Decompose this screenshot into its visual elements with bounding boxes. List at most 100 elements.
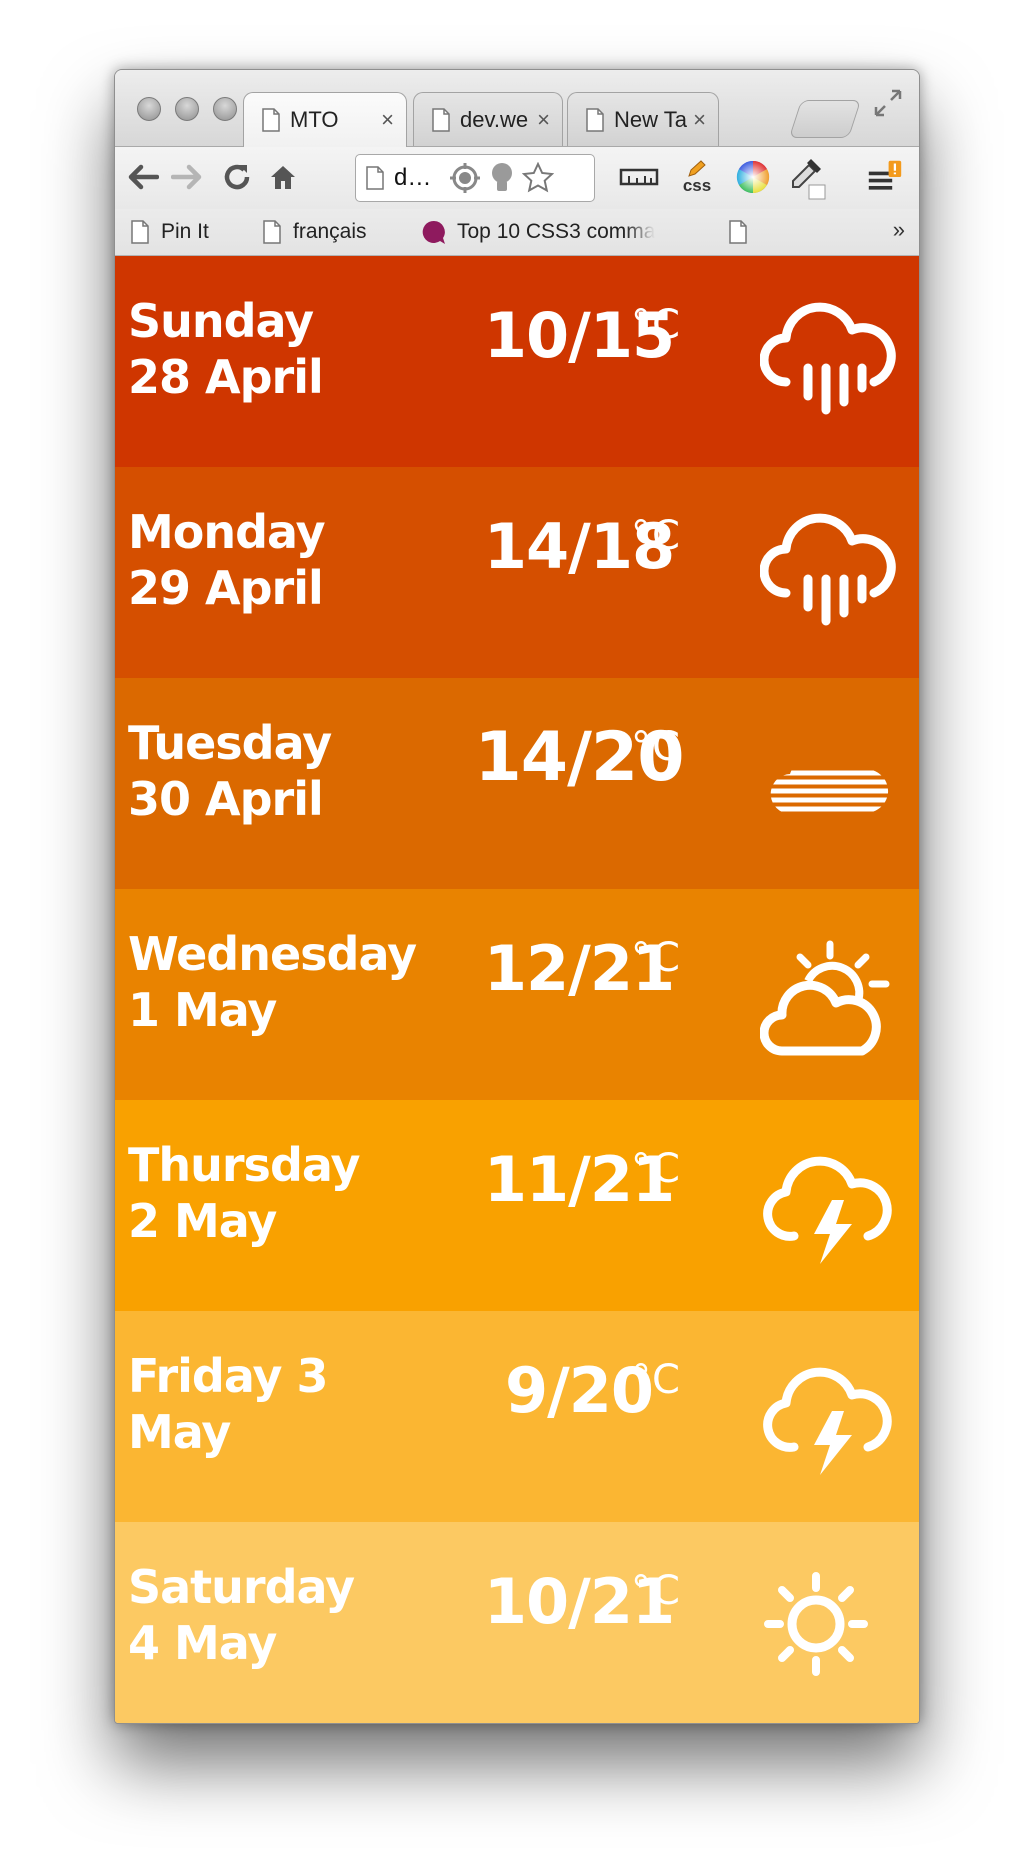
date-label: May bbox=[128, 1405, 231, 1459]
temperature-unit: °C bbox=[631, 1146, 681, 1192]
day-date: Saturday 4 May bbox=[128, 1559, 448, 1671]
reload-button[interactable] bbox=[219, 159, 255, 195]
window-zoom-dot[interactable] bbox=[213, 97, 237, 121]
rain-cloud-icon bbox=[760, 302, 896, 415]
bookmark-label: français bbox=[293, 220, 367, 243]
temperature-unit: °C bbox=[631, 302, 681, 348]
forward-button[interactable] bbox=[169, 159, 205, 195]
thunderstorm-icon bbox=[763, 1156, 892, 1264]
eyedropper-extension-button[interactable] bbox=[787, 155, 827, 201]
tab-label: MTO bbox=[290, 107, 339, 132]
address-bar[interactable]: d… bbox=[355, 154, 595, 202]
color-picker-extension-button[interactable] bbox=[735, 159, 771, 195]
forward-arrow-icon bbox=[171, 164, 202, 190]
page-icon bbox=[432, 107, 450, 132]
browser-window: MTO × dev.we × New Ta × d… css Pin It fr… bbox=[114, 69, 920, 1724]
home-icon bbox=[271, 166, 295, 189]
menu-button[interactable] bbox=[867, 159, 903, 195]
day-name: Sunday bbox=[128, 294, 314, 348]
sun-behind-cloud-icon bbox=[760, 940, 890, 1056]
reload-icon bbox=[224, 164, 250, 190]
close-icon[interactable]: × bbox=[381, 107, 394, 133]
tab-dev[interactable]: dev.we × bbox=[413, 92, 563, 146]
browser-toolbar: d… css bbox=[115, 147, 919, 209]
lightbulb-icon[interactable] bbox=[488, 161, 516, 195]
forecast-list: Sunday 28 April 10/15 °C Monday 29 April… bbox=[115, 256, 919, 1723]
day-date: Friday 3 May bbox=[128, 1348, 448, 1460]
forecast-row: Tuesday 30 April 14/20 °C bbox=[115, 678, 919, 889]
temperature-unit: °C bbox=[631, 513, 681, 559]
css-label: css bbox=[682, 176, 712, 195]
bookmarks-bar: Pin It français Top 10 CSS3 comma » bbox=[115, 209, 919, 256]
date-label: 2 May bbox=[128, 1194, 277, 1248]
day-name: Wednesday bbox=[128, 927, 417, 981]
ruler-icon bbox=[619, 168, 659, 186]
fullscreen-icon[interactable] bbox=[873, 88, 903, 118]
location-target-icon[interactable] bbox=[448, 161, 482, 195]
window-close-dot[interactable] bbox=[137, 97, 161, 121]
home-button[interactable] bbox=[265, 159, 301, 195]
bookmark-untitled[interactable] bbox=[729, 209, 759, 255]
back-button[interactable] bbox=[125, 159, 161, 195]
day-date: Thursday 2 May bbox=[128, 1137, 448, 1249]
bookmarks-overflow-button[interactable]: » bbox=[893, 217, 905, 243]
bookmark-top10-css3[interactable]: Top 10 CSS3 comma bbox=[421, 209, 703, 255]
ruler-extension-button[interactable] bbox=[615, 159, 663, 195]
bookmark-francais[interactable]: français bbox=[263, 209, 367, 255]
page-icon bbox=[366, 166, 384, 190]
speech-bubble-icon bbox=[422, 220, 445, 244]
day-date: Tuesday 30 April bbox=[128, 715, 448, 827]
day-name: Tuesday bbox=[128, 716, 332, 770]
tab-label: dev.we bbox=[460, 106, 529, 132]
thunderstorm-icon bbox=[763, 1367, 892, 1475]
day-date: Wednesday 1 May bbox=[128, 926, 448, 1038]
forecast-row: Friday 3 May 9/20 °C bbox=[115, 1311, 919, 1522]
fog-cloud-icon bbox=[770, 770, 889, 812]
forecast-row: Saturday 4 May 10/21 °C bbox=[115, 1522, 919, 1723]
rain-cloud-icon bbox=[760, 513, 896, 626]
page-icon bbox=[586, 107, 604, 132]
forecast-row: Monday 29 April 14/18 °C bbox=[115, 467, 919, 678]
temperature-unit: °C bbox=[631, 935, 681, 981]
day-name: Monday bbox=[128, 505, 326, 559]
date-label: 28 April bbox=[128, 350, 324, 404]
page-icon bbox=[729, 220, 747, 244]
address-text: d… bbox=[394, 164, 432, 191]
window-minimize-dot[interactable] bbox=[175, 97, 199, 121]
forecast-row: Wednesday 1 May 12/21 °C bbox=[115, 889, 919, 1100]
star-icon[interactable] bbox=[522, 162, 554, 194]
forecast-row: Sunday 28 April 10/15 °C bbox=[115, 256, 919, 467]
temperature-unit: °C bbox=[631, 1568, 681, 1614]
color-wheel-icon bbox=[736, 160, 770, 194]
temperature-unit: °C bbox=[631, 724, 681, 770]
day-date: Sunday 28 April bbox=[128, 293, 448, 405]
close-icon[interactable]: × bbox=[693, 107, 706, 133]
day-name: Thursday bbox=[128, 1138, 360, 1192]
eyedropper-icon bbox=[792, 159, 826, 200]
tab-label: New Ta bbox=[614, 106, 687, 132]
tab-mto[interactable]: MTO × bbox=[243, 92, 407, 147]
day-date: Monday 29 April bbox=[128, 504, 448, 616]
page-icon bbox=[131, 220, 149, 244]
day-name: Friday 3 bbox=[128, 1349, 329, 1403]
bookmark-pin-it[interactable]: Pin It bbox=[131, 209, 209, 255]
temperature-unit: °C bbox=[631, 1357, 681, 1403]
page-icon bbox=[263, 220, 281, 244]
sun-icon bbox=[764, 1572, 868, 1676]
bookmark-label: Pin It bbox=[161, 220, 209, 243]
date-label: 30 April bbox=[128, 772, 324, 826]
bookmark-label: Top 10 CSS3 comma bbox=[457, 220, 656, 243]
menu-icon bbox=[868, 160, 902, 190]
tab-new[interactable]: New Ta × bbox=[567, 92, 719, 146]
back-arrow-icon bbox=[128, 164, 159, 190]
date-label: 29 April bbox=[128, 561, 324, 615]
tab-strip: MTO × dev.we × New Ta × bbox=[115, 70, 919, 147]
day-name: Saturday bbox=[128, 1560, 355, 1614]
close-icon[interactable]: × bbox=[537, 107, 550, 133]
page-icon bbox=[262, 108, 280, 132]
date-label: 1 May bbox=[128, 983, 277, 1037]
date-label: 4 May bbox=[128, 1616, 277, 1670]
new-tab-button[interactable] bbox=[788, 100, 862, 138]
css-extension-button[interactable]: css bbox=[675, 155, 719, 199]
forecast-row: Thursday 2 May 11/21 °C bbox=[115, 1100, 919, 1311]
